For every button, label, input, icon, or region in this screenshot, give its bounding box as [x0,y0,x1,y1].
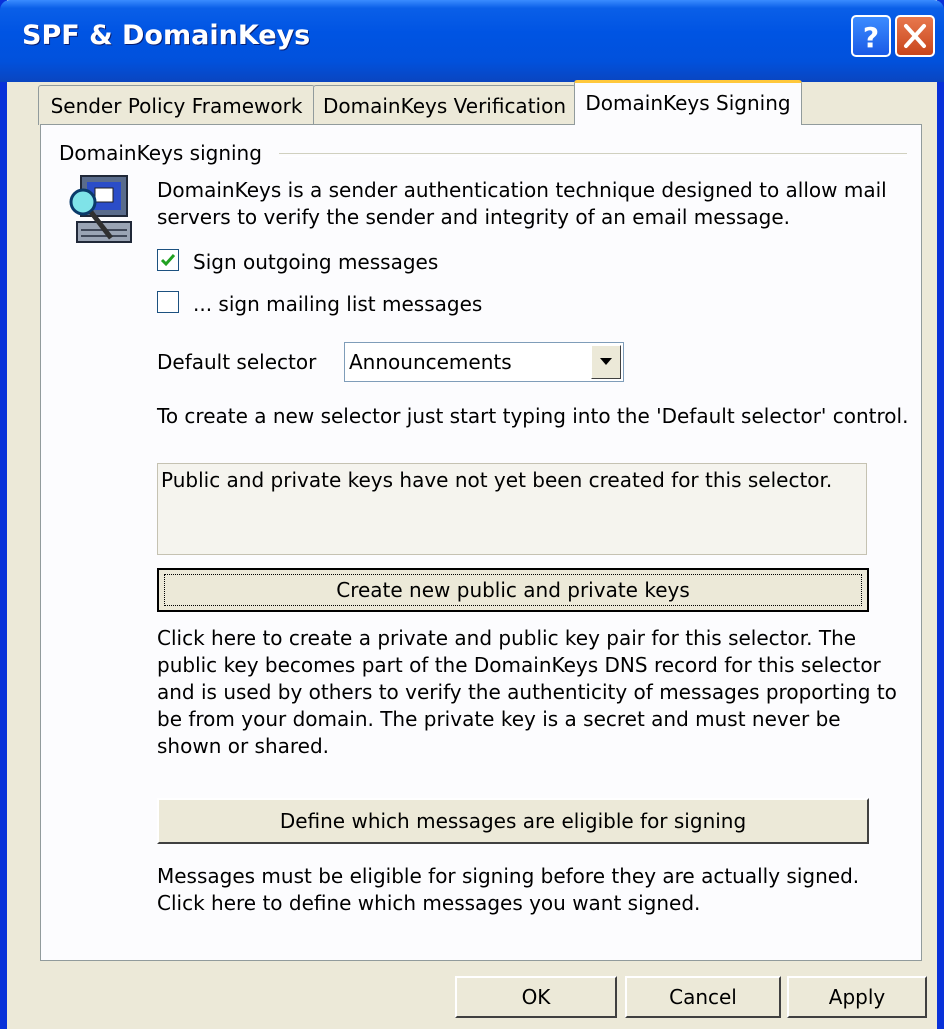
cancel-button[interactable]: Cancel [625,976,781,1018]
cancel-button-label: Cancel [669,985,737,1009]
apply-button[interactable]: Apply [787,976,927,1018]
group-title: DomainKeys signing [59,141,262,165]
close-button[interactable] [895,15,935,57]
keys-status-text: Public and private keys have not yet bee… [161,468,833,492]
ok-button[interactable]: OK [455,976,617,1018]
tab-label: Sender Policy Framework [50,94,303,118]
dialog-window: SPF & DomainKeys ? Sender Policy Framewo… [0,0,944,1029]
close-x-icon [904,24,926,48]
create-keys-help-line: public key becomes part of the DomainKey… [157,653,881,677]
define-eligible-messages-button[interactable]: Define which messages are eligible for s… [157,798,869,844]
create-keys-help-line: Click here to create a private and publi… [157,626,857,650]
default-selector-label: Default selector [157,350,317,374]
question-mark-icon: ? [863,21,879,54]
create-keys-help-line: and is used by others to verify the auth… [157,680,897,704]
help-button[interactable]: ? [851,15,891,57]
sign-mailing-list-label[interactable]: ... sign mailing list messages [193,292,482,316]
tab-label: DomainKeys Signing [585,91,791,115]
chevron-down-icon [600,358,612,365]
computer-magnifier-icon [69,175,132,243]
sign-outgoing-label[interactable]: Sign outgoing messages [193,250,438,274]
default-selector-combobox[interactable]: Announcements [344,342,624,382]
svg-text:?: ? [863,21,879,54]
title-bar[interactable]: SPF & DomainKeys ? [0,0,944,82]
apply-button-label: Apply [828,985,886,1009]
sign-mailing-list-checkbox[interactable] [157,291,179,313]
tab-domainkeys-verification[interactable]: DomainKeys Verification [313,85,576,125]
tab-domainkeys-signing[interactable]: DomainKeys Signing [574,80,802,125]
create-keys-help-line: be from your domain. The private key is … [157,707,841,731]
create-keys-button-label: Create new public and private keys [336,578,690,602]
dropdown-button[interactable] [591,345,621,379]
tab-label: DomainKeys Verification [322,94,567,118]
sign-outgoing-checkbox[interactable] [157,249,179,271]
selector-hint: To create a new selector just start typi… [157,404,909,428]
ok-button-label: OK [521,985,551,1009]
description-line-1: DomainKeys is a sender authentication te… [157,178,887,202]
eligibility-help-line: Messages must be eligible for signing be… [157,864,860,888]
eligibility-help-line: Click here to define which messages you … [157,891,701,915]
create-keys-button[interactable]: Create new public and private keys [157,568,869,612]
window-title: SPF & DomainKeys [22,20,311,51]
create-keys-help-line: shown or shared. [157,734,330,758]
description-line-2: servers to verify the sender and integri… [157,205,791,229]
tab-sender-policy-framework[interactable]: Sender Policy Framework [38,85,315,125]
define-eligible-button-label: Define which messages are eligible for s… [279,809,747,833]
keys-status-box: Public and private keys have not yet bee… [157,463,867,555]
group-divider [279,153,907,157]
default-selector-value[interactable]: Announcements [349,350,512,374]
checkmark-icon [160,254,176,267]
